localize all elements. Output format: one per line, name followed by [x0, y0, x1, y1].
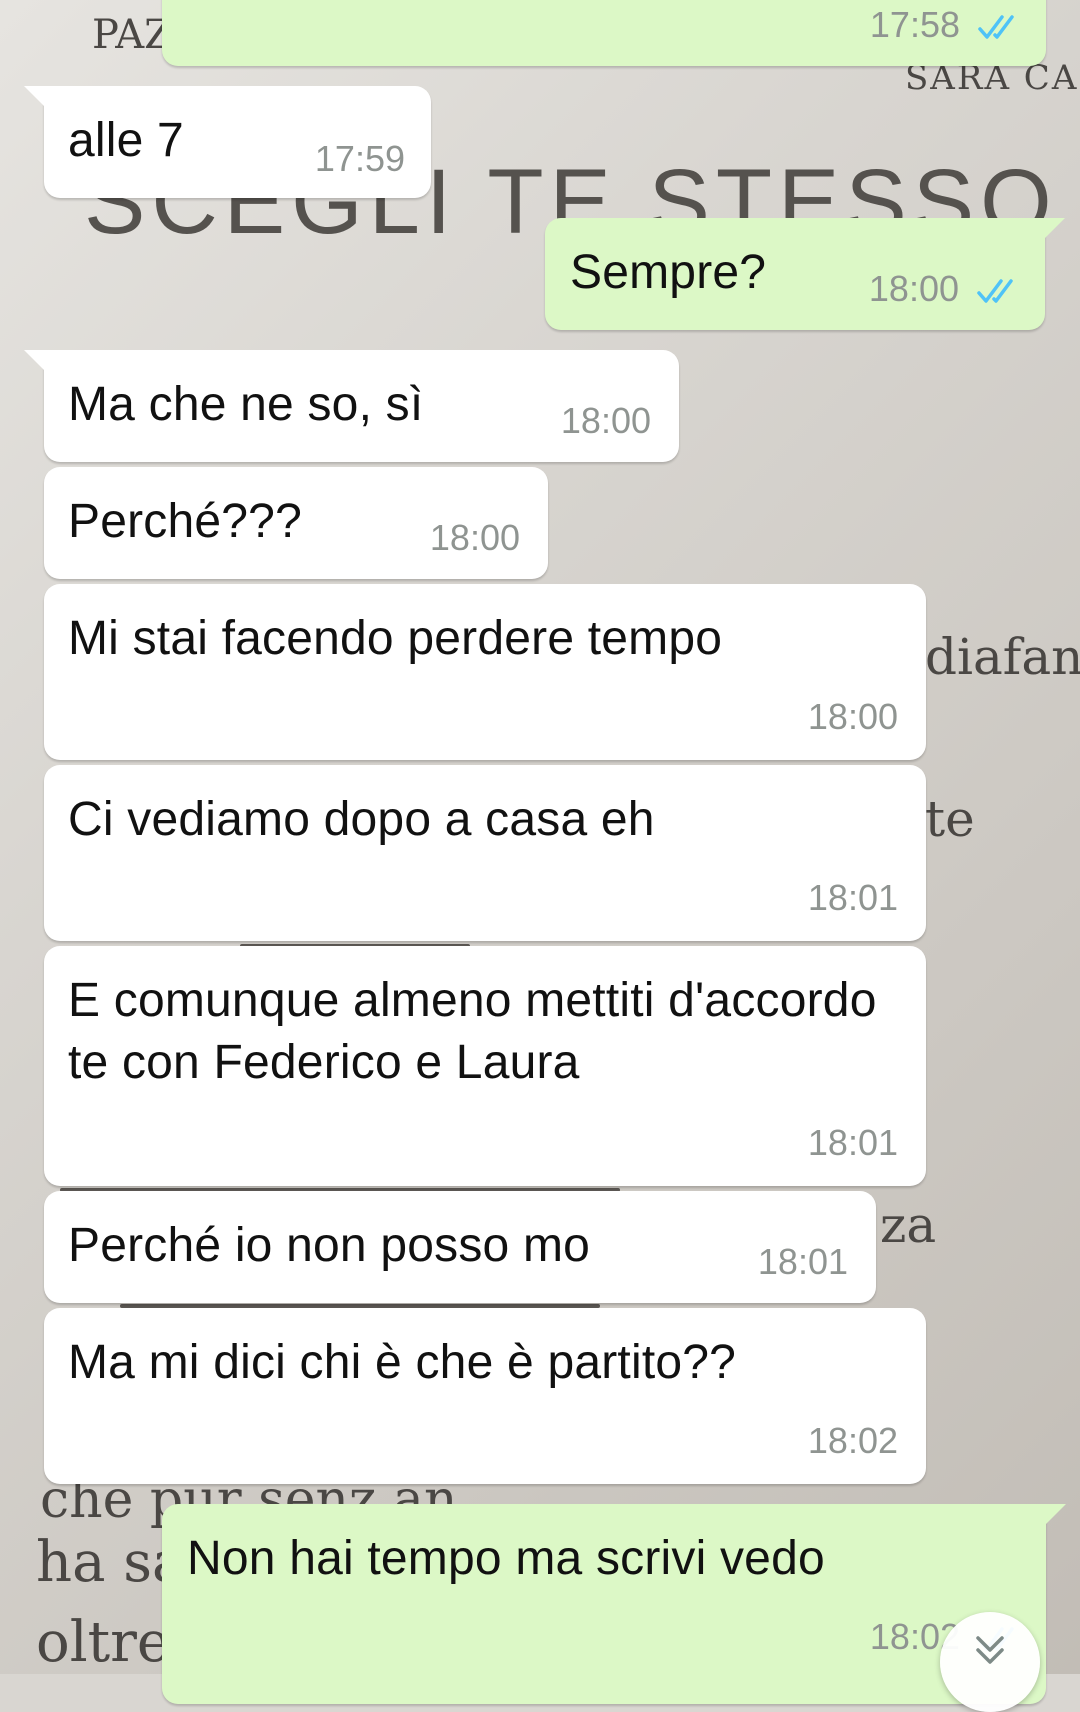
message-bubble-outgoing[interactable]: 17:58 — [162, 0, 1046, 66]
message-bubble-outgoing[interactable]: Sempre? 18:00 — [545, 218, 1065, 330]
scroll-to-bottom-button[interactable] — [940, 1612, 1040, 1712]
wallpaper-fragment-3: za — [880, 1196, 937, 1254]
message-time: 18:01 — [807, 1122, 898, 1163]
message-time: 18:00 — [560, 400, 651, 441]
double-check-icon — [977, 279, 1013, 303]
message-time: 17:58 — [869, 4, 960, 45]
message-text: Ma mi dici chi è che è partito?? — [68, 1336, 737, 1389]
message-bubble-outgoing[interactable]: Non hai tempo ma scrivi vedo 18:02 — [162, 1504, 1066, 1704]
message-text: Mi stai facendo perdere tempo — [68, 612, 723, 665]
message-bubble-incoming[interactable]: Ma mi dici chi è che è partito?? 18:02 — [44, 1308, 926, 1484]
chevron-double-down-icon — [976, 1636, 1004, 1664]
message-text: Ci vediamo dopo a casa eh — [68, 793, 655, 846]
message-time: 18:01 — [757, 1241, 848, 1282]
message-time: 17:59 — [314, 138, 405, 179]
message-text: E comunque almeno mettiti d'accordo te c… — [68, 974, 877, 1089]
message-bubble-incoming[interactable]: E comunque almeno mettiti d'accordo te c… — [44, 946, 926, 1186]
message-time: 18:00 — [429, 517, 520, 558]
message-bubble-incoming[interactable]: Perché??? 18:00 — [44, 467, 548, 579]
message-text: Sempre? — [570, 246, 767, 299]
message-time: 18:00 — [868, 268, 959, 309]
message-time: 18:02 — [807, 1420, 898, 1461]
message-text: Ma che ne so, sì — [68, 378, 424, 431]
message-bubble-incoming[interactable]: Ma che ne so, sì 18:00 — [24, 350, 679, 462]
message-text: Perché??? — [68, 495, 302, 548]
wallpaper-fragment-1: diafani — [925, 628, 1080, 686]
message-text: alle 7 — [68, 114, 184, 167]
message-time: 18:01 — [807, 877, 898, 918]
wallpaper-fragment-6: oltre — [36, 1610, 171, 1674]
wallpaper-book-header-left: PAZ — [92, 12, 172, 58]
message-bubble-incoming[interactable]: Mi stai facendo perdere tempo 18:00 — [44, 584, 926, 760]
double-check-icon — [978, 15, 1014, 39]
message-time: 18:00 — [807, 696, 898, 737]
wallpaper-fragment-2: te — [925, 790, 975, 848]
message-bubble-incoming[interactable]: Ci vediamo dopo a casa eh 18:01 — [44, 765, 926, 941]
message-text: Non hai tempo ma scrivi vedo — [187, 1532, 825, 1585]
message-bubble-incoming[interactable]: Perché io non posso mo 18:01 — [44, 1191, 876, 1303]
message-bubble-incoming[interactable]: alle 7 17:59 — [24, 86, 431, 198]
message-text: Perché io non posso mo — [68, 1219, 591, 1272]
